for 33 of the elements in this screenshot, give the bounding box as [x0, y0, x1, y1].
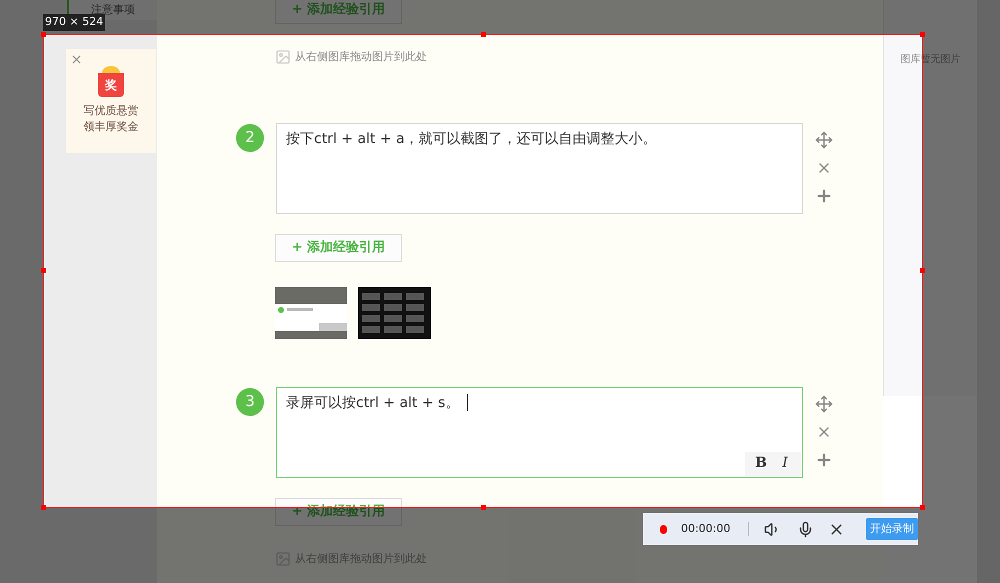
resize-handle[interactable] [920, 505, 925, 510]
add-reference-button[interactable]: + 添加经验引用 [275, 0, 402, 24]
image-icon [275, 550, 291, 567]
image-drop-hint: 从右侧图库拖动图片到此处 [295, 49, 427, 65]
start-recording-button[interactable]: 开始录制 [866, 518, 918, 540]
resize-handle[interactable] [41, 268, 46, 273]
add-icon[interactable] [815, 186, 833, 204]
promo-text: 领丰厚奖金 [84, 119, 138, 135]
step-text-field[interactable]: 录屏可以按ctrl + alt + s。 B I [276, 386, 803, 478]
resize-handle[interactable] [481, 32, 486, 37]
step-text-field[interactable]: 按下ctrl + alt + a，就可以截图了，还可以自由调整大小。 [276, 122, 803, 214]
format-button[interactable]: B [749, 453, 773, 474]
resize-handle[interactable] [41, 505, 46, 510]
move-icon[interactable] [815, 130, 833, 148]
add-reference-button[interactable]: + 添加经验引用 [275, 234, 402, 262]
coin-icon [102, 65, 120, 73]
prize-envelope: 奖 [98, 73, 124, 97]
format-button[interactable]: I [773, 453, 797, 474]
record-time: 00:00:00 [680, 520, 730, 537]
resize-handle[interactable] [41, 32, 46, 37]
resize-handle[interactable] [481, 505, 486, 510]
resize-handle[interactable] [920, 268, 925, 273]
step-text: 按下ctrl + alt + a，就可以截图了，还可以自由调整大小。 [286, 130, 657, 146]
add-icon[interactable] [815, 450, 833, 468]
move-icon[interactable] [815, 394, 833, 412]
image-icon [275, 49, 291, 66]
step-number: 3 [236, 388, 264, 416]
resize-handle[interactable] [920, 32, 925, 37]
selection-size-label: 970 × 524 [43, 14, 106, 31]
text-cursor [467, 394, 468, 412]
promo-text: 写优质悬赏 [84, 103, 138, 119]
step-text: 录屏可以按ctrl + alt + s。 [286, 394, 460, 410]
step-number: 2 [236, 124, 264, 152]
